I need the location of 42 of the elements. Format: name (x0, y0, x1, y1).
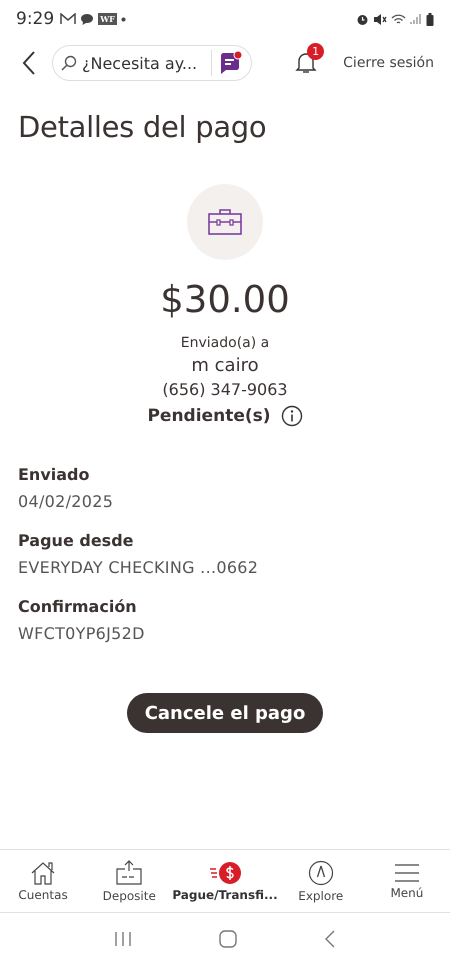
search-icon (61, 55, 77, 71)
cancel-payment-button[interactable]: Cancele el pago (126, 693, 324, 733)
home-icon[interactable] (218, 930, 237, 948)
nav-tab[interactable]: Pague/Transfi... (172, 860, 278, 902)
status-time: 9:29 (16, 9, 54, 29)
app-badge: WF (98, 13, 117, 25)
compass-icon (308, 860, 334, 886)
payment-status: Pendiente(s) (147, 406, 271, 426)
alarm-icon (356, 12, 369, 26)
dollar-icon (208, 860, 242, 884)
battery-icon (426, 12, 434, 26)
back-icon[interactable] (22, 50, 36, 76)
mail-icon (60, 13, 76, 25)
recent-apps-icon[interactable] (114, 931, 132, 947)
dot-icon (120, 16, 126, 22)
menu-icon (394, 862, 420, 882)
detail-label: Pague desde (18, 531, 134, 550)
detail-value: EVERYDAY CHECKING ...0662 (18, 558, 260, 577)
logout-link[interactable]: Cierre sesión (343, 55, 434, 71)
recipient-name: m cairo (191, 355, 259, 376)
payment-amount: $30.00 (160, 278, 290, 321)
notification-badge: 1 (307, 43, 324, 60)
search-field[interactable]: ¿Necesita ay... (82, 54, 206, 72)
signal-icon (410, 13, 422, 25)
nav-tab[interactable]: Deposite (86, 860, 172, 902)
deposit-icon (115, 860, 144, 886)
info-icon[interactable] (280, 405, 303, 427)
nav-tab[interactable]: Cuentas (0, 860, 86, 902)
detail-value: 04/02/2025 (18, 492, 114, 511)
nav-tab[interactable]: Menú (364, 862, 450, 900)
search-bar[interactable]: ¿Necesita ay... (52, 45, 252, 81)
detail-value: WFCT0YP6J52D (18, 624, 146, 643)
wifi-icon (391, 12, 406, 26)
page-title: Detalles del pago (18, 110, 268, 144)
detail-label: Enviado (18, 465, 90, 484)
chat-icon (80, 12, 94, 26)
nav-tab[interactable]: Explore (278, 860, 364, 902)
recipient-phone: (656) 347-9063 (162, 380, 288, 399)
mute-icon (373, 12, 387, 26)
detail-label: Confirmación (18, 597, 138, 616)
house-icon (30, 860, 56, 884)
sent-to-label: Enviado(a) a (180, 335, 270, 351)
